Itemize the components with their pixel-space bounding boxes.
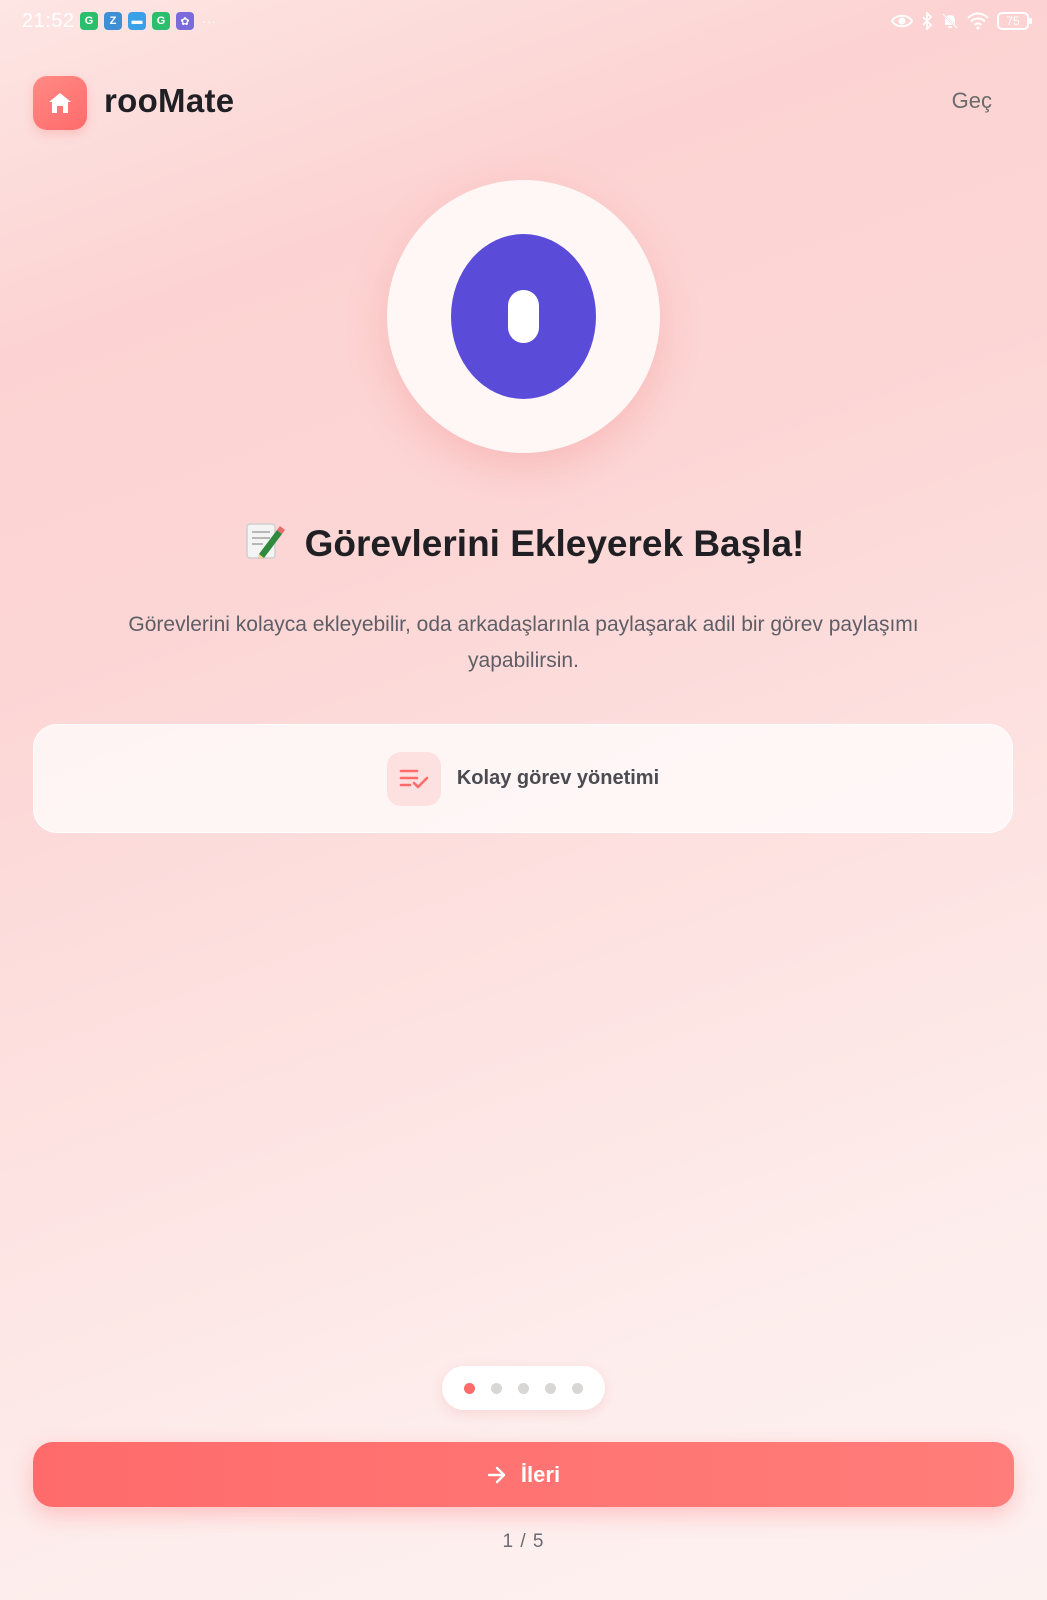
messages-icon: ▬: [128, 12, 146, 30]
surprised-face-icon: [451, 234, 596, 399]
system-icons: 75: [891, 12, 1032, 30]
eye-icon: [891, 14, 913, 28]
description-text: Görevlerini kolayca ekleyebilir, oda ark…: [128, 613, 919, 672]
hero-illustration: [387, 180, 660, 453]
notification-icons: G Z ▬ G ✿ ···: [80, 12, 216, 30]
mute-bell-icon: [942, 13, 958, 29]
battery-icon: 75: [997, 12, 1032, 30]
status-time: 21:52: [22, 10, 75, 32]
more-notifications-icon: ···: [202, 13, 216, 29]
skip-button[interactable]: Geç: [952, 88, 992, 114]
wifi-icon: [967, 12, 989, 30]
next-button-label: İleri: [520, 1461, 561, 1487]
task-list-check-icon: [386, 751, 441, 806]
page-dot-active[interactable]: [464, 1382, 475, 1394]
app-name: rooMate: [104, 82, 235, 119]
grammarly-icon: G: [80, 12, 98, 30]
emoji-mouth: [508, 290, 539, 343]
app-logo: [33, 76, 87, 130]
app-z-icon: Z: [104, 12, 122, 30]
memo-icon: [245, 523, 285, 559]
title-text: Görevlerini Ekleyerek Başla!: [304, 523, 805, 564]
page-indicator: [442, 1366, 605, 1410]
arrow-right-icon: [487, 1466, 507, 1484]
status-bar: 21:52 G Z ▬ G ✿ ··· 75: [0, 0, 1047, 44]
home-icon: [49, 93, 71, 113]
feature-label: Kolay görev yönetimi: [456, 767, 660, 789]
page-dot[interactable]: [572, 1382, 583, 1394]
page-dot[interactable]: [491, 1382, 502, 1394]
bluetooth-icon: [922, 12, 933, 30]
page-dot[interactable]: [545, 1382, 556, 1394]
feature-card: Kolay görev yönetimi: [33, 724, 1013, 833]
page-counter: 1 / 5: [502, 1531, 545, 1552]
gallery-icon: ✿: [176, 12, 194, 30]
app-header: rooMate Geç: [33, 76, 1014, 130]
grammarly-icon: G: [152, 12, 170, 30]
page-dot[interactable]: [518, 1382, 529, 1394]
page-title: Görevlerini Ekleyerek Başla!: [0, 520, 1047, 565]
next-button[interactable]: İleri: [33, 1442, 1014, 1507]
